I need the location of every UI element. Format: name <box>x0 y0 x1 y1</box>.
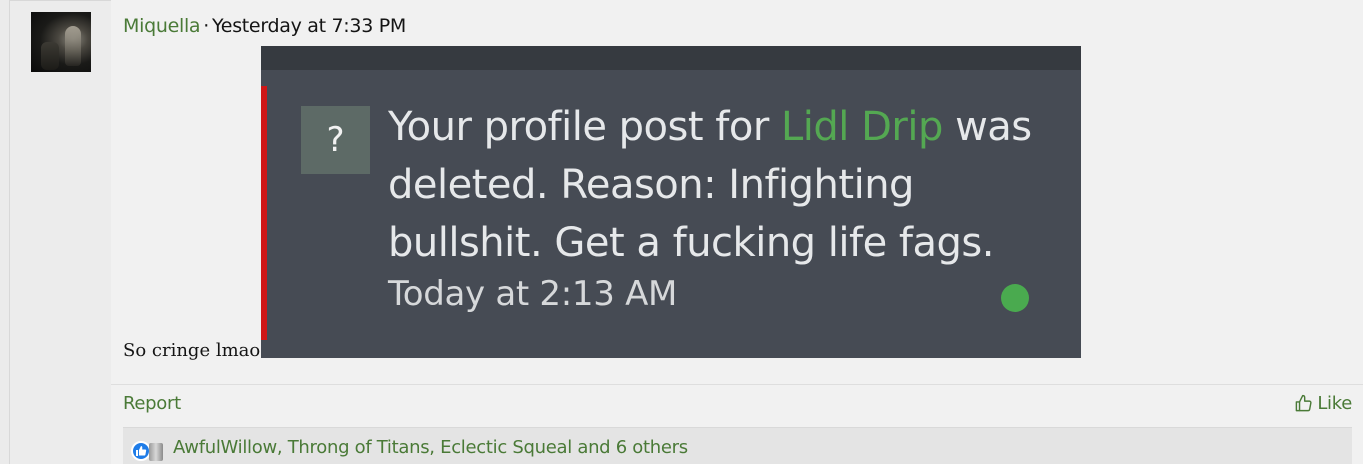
avatar-figure-shadow <box>41 42 59 70</box>
embedded-screenshot[interactable]: ? Your profile post for Lidl Drip was de… <box>261 46 1081 358</box>
like-button[interactable]: Like <box>1294 393 1352 414</box>
embed-accent-bar <box>261 86 267 340</box>
reaction-icons <box>131 441 167 463</box>
avatar[interactable] <box>31 12 91 72</box>
status-dot-icon <box>1001 284 1029 312</box>
embed-message-prefix: Your profile post for <box>388 104 781 150</box>
jar-reaction-icon <box>149 443 163 461</box>
like-reaction-icon <box>131 441 151 461</box>
reaction-users-link[interactable]: AwfulWillow, Throng of Titans, Eclectic … <box>173 437 688 458</box>
post-timestamp[interactable]: Yesterday at 7:33 PM <box>212 15 406 37</box>
embed-top-bar <box>261 46 1081 70</box>
question-mark-glyph: ? <box>326 120 345 160</box>
author-link[interactable]: Miquella <box>123 15 201 37</box>
question-mark-icon: ? <box>301 106 370 174</box>
thumbs-up-icon <box>1295 394 1312 412</box>
post-header: Miquella · Yesterday at 7:33 PM <box>123 15 406 37</box>
embed-message: Your profile post for Lidl Drip was dele… <box>388 98 1048 272</box>
embed-time: Today at 2:13 AM <box>388 274 678 314</box>
actions-divider <box>111 384 1363 385</box>
like-label: Like <box>1317 393 1352 414</box>
report-link[interactable]: Report <box>123 393 181 414</box>
avatar-figure <box>65 26 81 66</box>
embed-message-link: Lidl Drip <box>780 104 943 150</box>
header-separator: · <box>203 15 210 37</box>
reactions-bar: AwfulWillow, Throng of Titans, Eclectic … <box>123 427 1352 464</box>
post-body-text: So cringe lmao <box>123 340 261 361</box>
